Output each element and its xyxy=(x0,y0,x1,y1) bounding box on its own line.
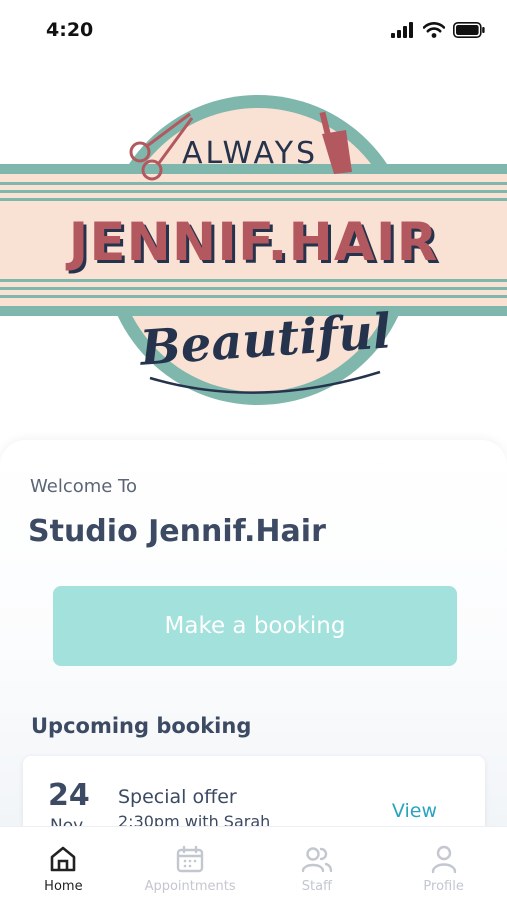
make-booking-button[interactable]: Make a booking xyxy=(53,586,457,666)
logo-top-text: ALWAYS xyxy=(182,136,319,171)
nav-item-staff[interactable]: Staff xyxy=(254,827,381,900)
battery-icon xyxy=(453,22,485,38)
nav-label-appointments: Appointments xyxy=(144,879,236,894)
nav-item-appointments[interactable]: Appointments xyxy=(127,827,254,900)
status-bar: 4:20 xyxy=(0,0,507,60)
user-icon xyxy=(431,845,456,874)
booking-title: Special offer xyxy=(118,786,237,808)
studio-title: Studio Jennif.Hair xyxy=(28,514,326,549)
signal-icon xyxy=(391,22,413,38)
bottom-nav: Home Appointments Staff Profile xyxy=(0,826,507,900)
logo-main-text: JENNIF.HAIR xyxy=(68,212,439,273)
calendar-icon xyxy=(176,845,204,873)
home-icon xyxy=(51,846,76,872)
wifi-icon xyxy=(423,22,445,38)
nav-label-staff: Staff xyxy=(301,879,333,894)
status-time: 4:20 xyxy=(46,19,94,41)
nav-item-profile[interactable]: Profile xyxy=(380,827,507,900)
upcoming-booking-title: Upcoming booking xyxy=(31,714,252,738)
status-icons xyxy=(391,22,485,38)
users-icon xyxy=(301,847,333,873)
welcome-label: Welcome To xyxy=(30,476,138,497)
booking-day: 24 xyxy=(48,778,90,813)
nav-item-home[interactable]: Home xyxy=(0,827,127,900)
view-booking-link[interactable]: View xyxy=(392,800,437,822)
nav-label-home: Home xyxy=(44,879,83,894)
brand-logo: ALWAYS JENNIF.HAIR Beautiful xyxy=(0,60,507,440)
nav-label-profile: Profile xyxy=(423,879,464,894)
